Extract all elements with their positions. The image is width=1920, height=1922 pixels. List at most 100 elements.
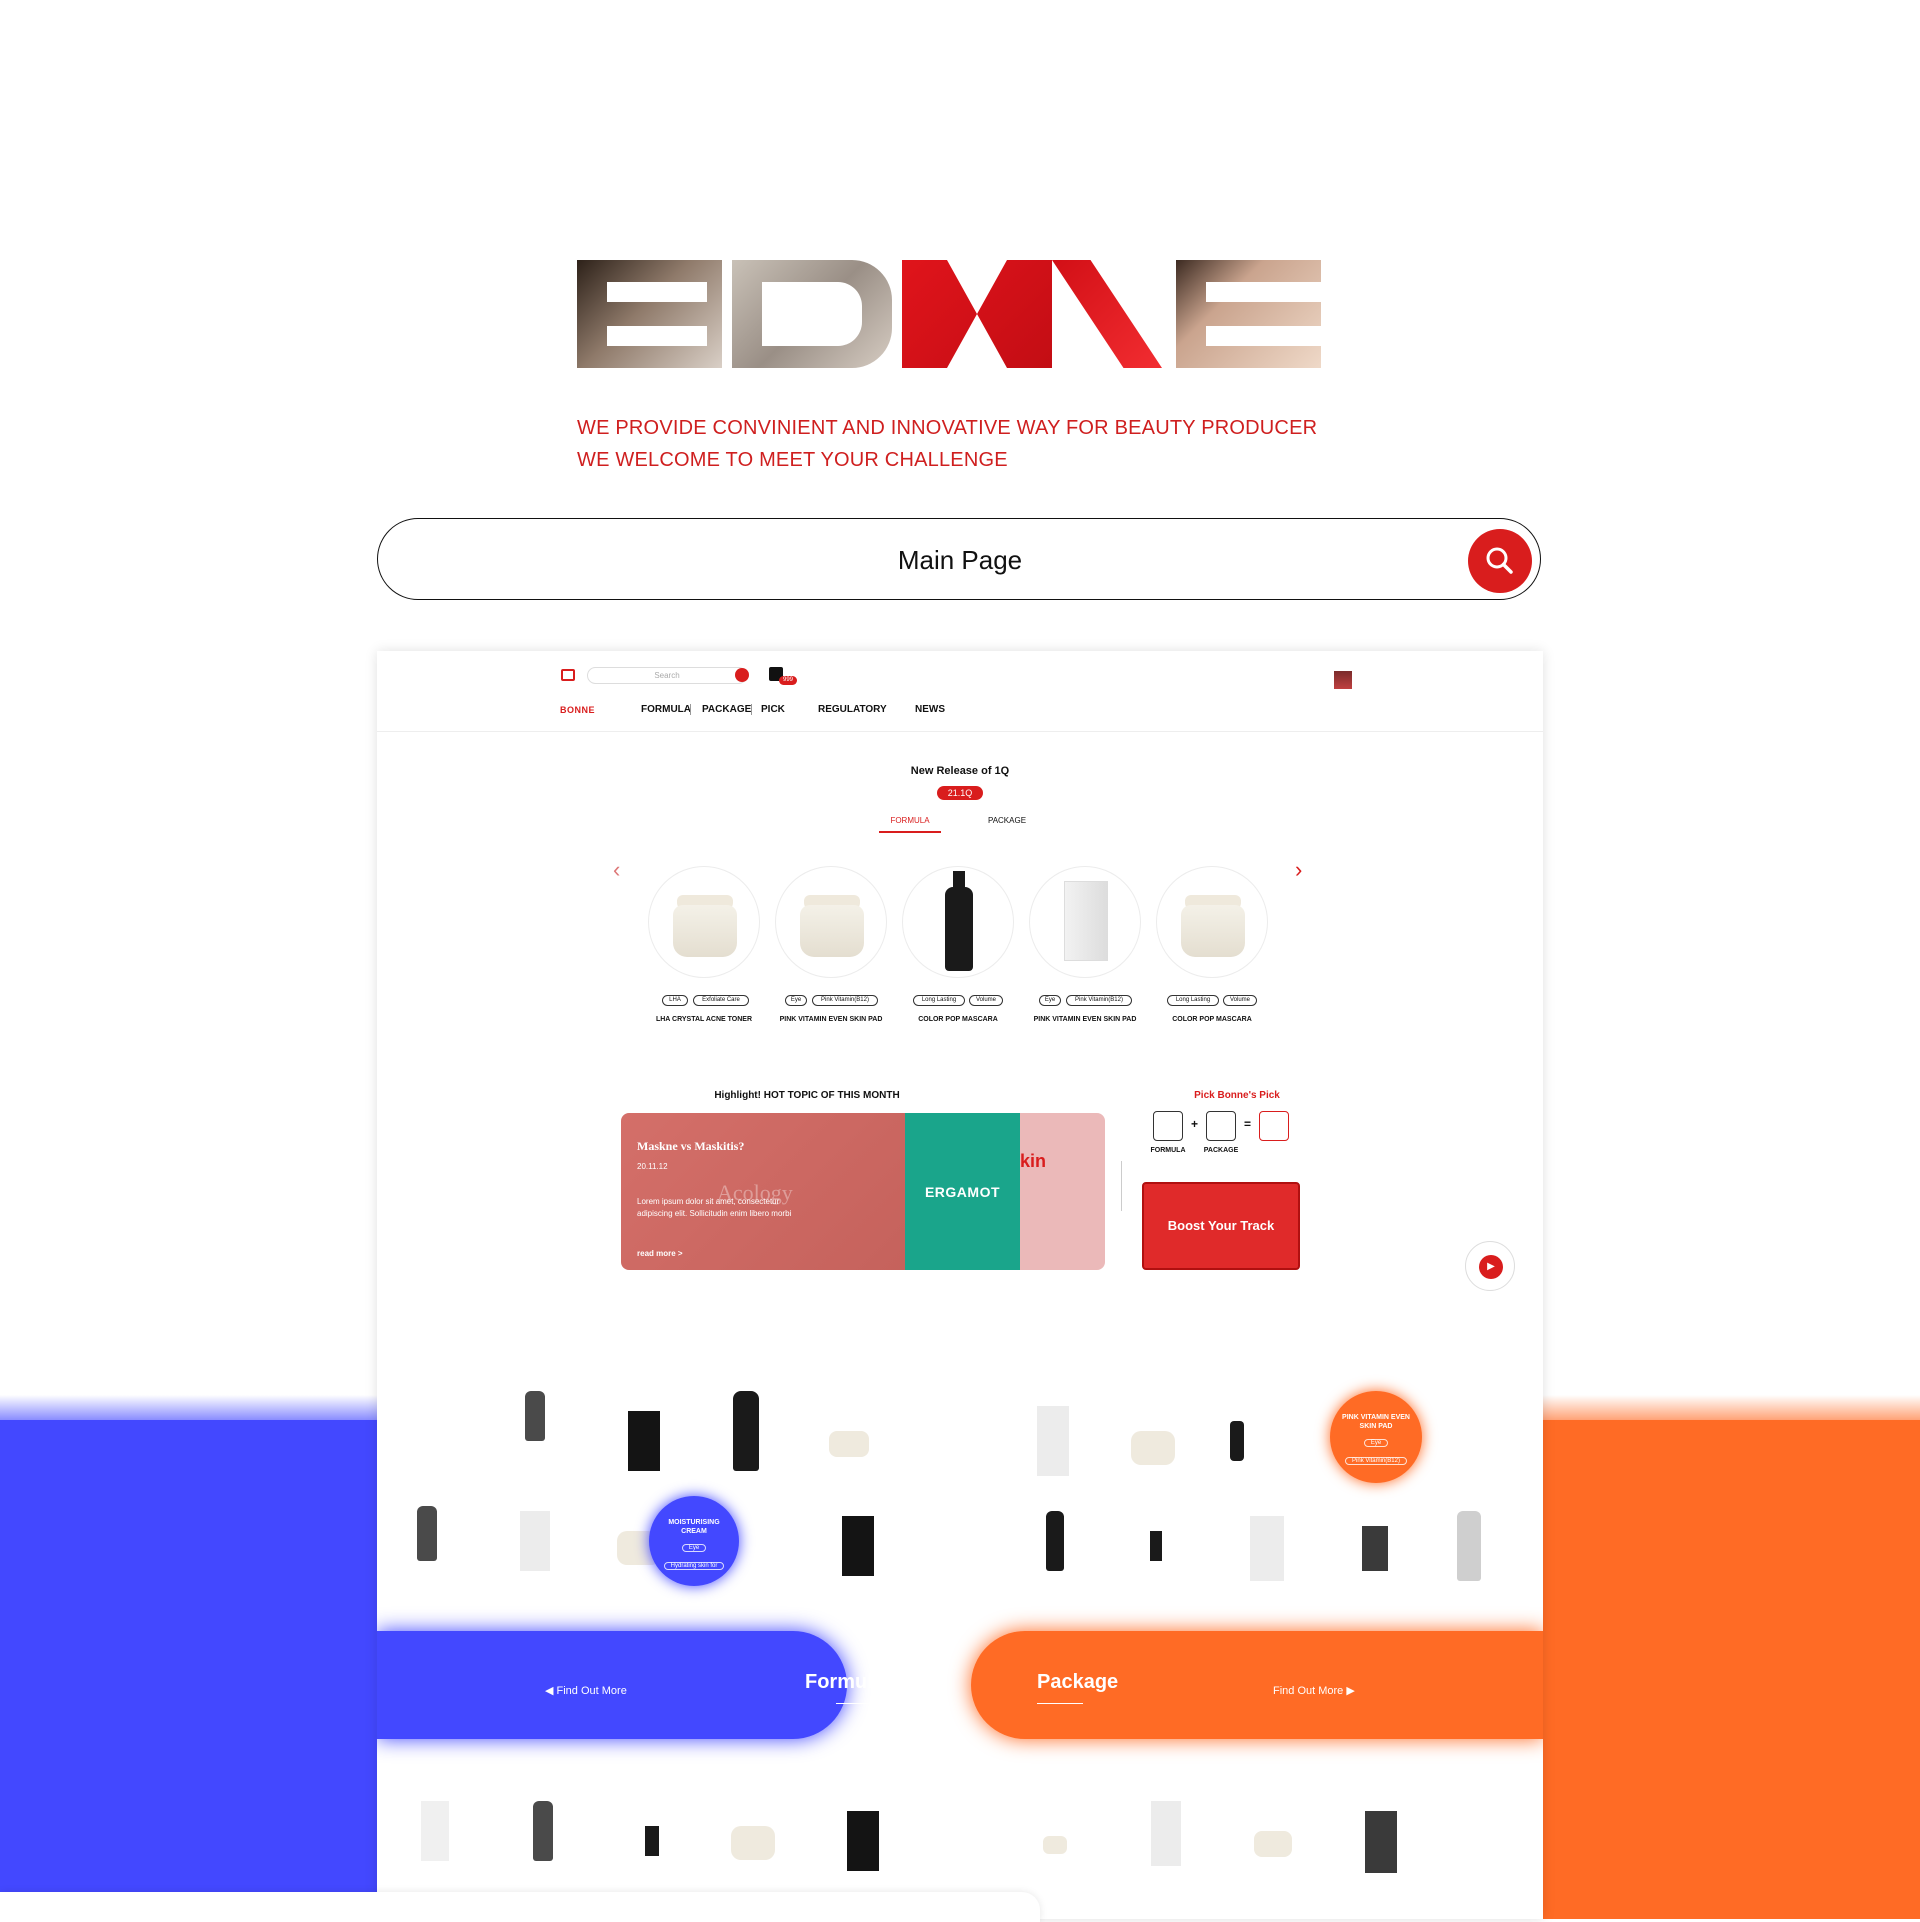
- product-thumb[interactable]: [1150, 1531, 1162, 1561]
- product-thumb[interactable]: [1131, 1431, 1175, 1465]
- read-more-link[interactable]: read more >: [637, 1249, 683, 1258]
- carousel-next-icon[interactable]: ›: [1295, 857, 1302, 883]
- nav-divider: [751, 704, 752, 715]
- package-pick-icon[interactable]: [1206, 1111, 1236, 1141]
- formula-hover-bubble[interactable]: MOISTURISING CREAM Eye Hydrating skin fo…: [649, 1496, 739, 1586]
- formula-title-underline: [836, 1703, 882, 1704]
- package-side-panel: [1542, 1420, 1920, 1919]
- tab-active-indicator: [879, 831, 941, 833]
- product-tag[interactable]: LHA: [662, 995, 688, 1006]
- nav-package[interactable]: PACKAGE: [702, 704, 751, 715]
- nav-regulatory[interactable]: REGULATORY: [818, 704, 887, 715]
- product-image[interactable]: [648, 866, 760, 978]
- header-divider: [377, 731, 1543, 732]
- preview-brand-wordmark[interactable]: BONNE: [560, 705, 595, 715]
- preview-logo-mark[interactable]: [561, 669, 575, 681]
- product-tag[interactable]: Volume: [969, 995, 1003, 1006]
- search-button[interactable]: [1468, 529, 1532, 593]
- product-thumb[interactable]: [1362, 1526, 1388, 1571]
- product-thumb[interactable]: [829, 1431, 869, 1457]
- plus-icon: +: [1191, 1117, 1199, 1131]
- formula-find-out-more-link[interactable]: ◀ Find Out More: [545, 1684, 627, 1697]
- equals-icon: =: [1244, 1117, 1252, 1131]
- logo-letter-e: [1176, 260, 1321, 368]
- avatar[interactable]: [1334, 671, 1352, 689]
- tagline-line-1: WE PROVIDE CONVINIENT AND INNOVATIVE WAY…: [577, 417, 1318, 439]
- package-band-title[interactable]: Package: [1037, 1671, 1118, 1694]
- product-thumb[interactable]: [525, 1391, 545, 1441]
- product-thumb[interactable]: [520, 1511, 550, 1571]
- product-thumb[interactable]: [733, 1391, 759, 1471]
- product-tag[interactable]: Pink Vitamin(B12): [1066, 995, 1132, 1006]
- logo-letter-o: [732, 260, 892, 368]
- product-thumb[interactable]: [1151, 1801, 1181, 1866]
- product-image[interactable]: [1156, 866, 1268, 978]
- pick-label-package: PACKAGE: [1203, 1147, 1239, 1154]
- product-tag[interactable]: Pink Vitamin(B12): [812, 995, 878, 1006]
- product-tag[interactable]: Long Lasting: [1167, 995, 1219, 1006]
- nav-news[interactable]: NEWS: [915, 704, 945, 715]
- preview-search-input[interactable]: Search: [587, 667, 747, 684]
- highlight-title: Highlight! HOT TOPIC OF THIS MONTH: [714, 1090, 900, 1101]
- nav-pick[interactable]: PICK: [761, 704, 785, 715]
- product-thumb[interactable]: [1046, 1511, 1064, 1571]
- highlight-body: Lorem ipsum dolor sit amet, consectetur …: [637, 1197, 792, 1218]
- product-thumb[interactable]: [533, 1801, 553, 1861]
- package-hover-bubble[interactable]: PINK VITAMIN EVEN SKIN PAD Eye Pink Vita…: [1330, 1391, 1422, 1483]
- product-tag[interactable]: Exfoliate Care: [693, 995, 749, 1006]
- product-thumb[interactable]: [847, 1811, 879, 1871]
- product-tag[interactable]: Long Lasting: [913, 995, 965, 1006]
- product-thumb[interactable]: [1365, 1811, 1397, 1873]
- product-image[interactable]: [1029, 866, 1141, 978]
- product-name[interactable]: PINK VITAMIN EVEN SKIN PAD: [761, 1016, 901, 1023]
- product-name[interactable]: COLOR POP MASCARA: [1142, 1016, 1282, 1023]
- product-thumb[interactable]: [1457, 1511, 1481, 1581]
- product-thumb[interactable]: [645, 1826, 659, 1856]
- formula-pick-icon[interactable]: [1153, 1111, 1183, 1141]
- product-tag[interactable]: Volume: [1223, 995, 1257, 1006]
- product-thumb[interactable]: [731, 1826, 775, 1860]
- bonne-logo: [577, 260, 1343, 368]
- tab-formula[interactable]: FORMULA: [879, 816, 941, 825]
- product-thumb[interactable]: [421, 1801, 449, 1861]
- product-image[interactable]: [902, 866, 1014, 978]
- product-thumb[interactable]: [628, 1411, 660, 1471]
- main-search-bar[interactable]: Main Page: [377, 518, 1541, 600]
- tab-package[interactable]: PACKAGE: [977, 816, 1037, 825]
- product-thumb[interactable]: [1043, 1836, 1067, 1854]
- product-image[interactable]: [775, 866, 887, 978]
- product-name[interactable]: LHA CRYSTAL ACNE TONER: [634, 1016, 774, 1023]
- bubble-tag: Pink Vitamin(B12): [1345, 1457, 1407, 1465]
- product-thumb[interactable]: [417, 1506, 437, 1561]
- section-divider: [1121, 1161, 1122, 1211]
- how-to-video-button[interactable]: ▶: [1465, 1241, 1515, 1291]
- highlight-date: 20.11.12: [637, 1162, 668, 1171]
- highlight-card-skin[interactable]: [1020, 1113, 1105, 1270]
- product-tag[interactable]: Eye: [785, 995, 807, 1006]
- pick-label-formula: FORMULA: [1150, 1147, 1186, 1154]
- nav-formula[interactable]: FORMULA: [641, 704, 691, 715]
- formula-band-title[interactable]: Formula: [805, 1671, 884, 1694]
- product-thumb[interactable]: [1037, 1406, 1069, 1476]
- package-find-out-more-link[interactable]: Find Out More ▶: [1273, 1684, 1355, 1697]
- search-icon: [1486, 547, 1513, 574]
- product-thumb[interactable]: [1250, 1516, 1284, 1581]
- preview-search-button[interactable]: [735, 668, 749, 682]
- highlight-headline: Maskne vs Maskitis?: [637, 1139, 745, 1153]
- product-thumb[interactable]: [1230, 1421, 1244, 1461]
- product-thumb[interactable]: [842, 1516, 874, 1576]
- package-title-underline: [1037, 1703, 1083, 1704]
- logo-letter-n-2: [1052, 260, 1162, 368]
- result-pick-icon[interactable]: [1259, 1111, 1289, 1141]
- carousel-prev-icon[interactable]: ‹: [613, 857, 620, 883]
- skin-label: kin: [1020, 1151, 1047, 1171]
- product-name[interactable]: PINK VITAMIN EVEN SKIN PAD: [1015, 1016, 1155, 1023]
- search-input[interactable]: Main Page: [378, 519, 1542, 601]
- bubble-tag: Hydrating skin for: [663, 1562, 725, 1570]
- formula-side-panel: [0, 1420, 378, 1919]
- main-page-preview: Search 999 BONNE FORMULA PACKAGE PICK RE…: [377, 651, 1543, 1919]
- logo-letter-n: [902, 260, 1052, 368]
- product-thumb[interactable]: [1254, 1831, 1292, 1857]
- product-tag[interactable]: Eye: [1039, 995, 1061, 1006]
- product-name[interactable]: COLOR POP MASCARA: [888, 1016, 1028, 1023]
